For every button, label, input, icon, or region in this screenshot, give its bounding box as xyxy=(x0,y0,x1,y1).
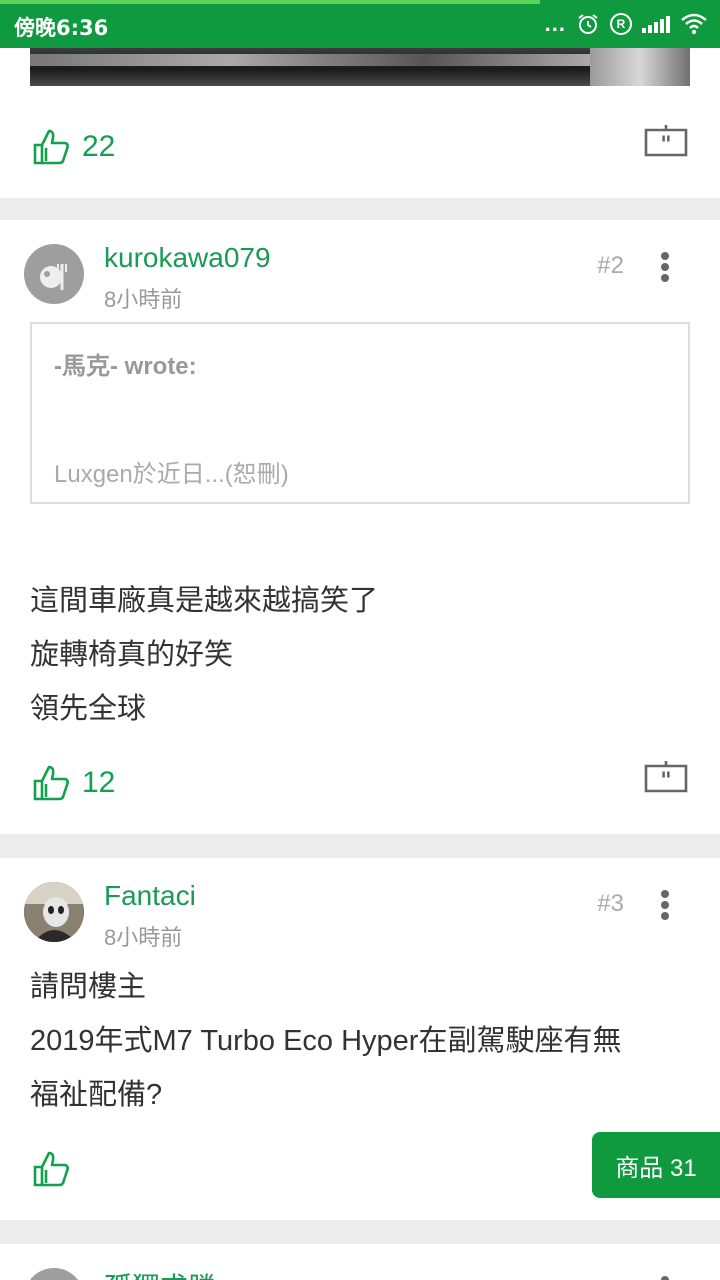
content-line: 領先全球 xyxy=(30,693,147,725)
more-options-icon[interactable] xyxy=(660,252,670,282)
thumbs-up-icon xyxy=(33,129,69,165)
svg-text:": " xyxy=(660,133,671,158)
post-time: 8小時前 xyxy=(104,287,183,312)
content-line: 旋轉椅真的好笑 xyxy=(30,639,234,671)
content-line: 2019年式M7 Turbo Eco Hyper在副駕駛座有無 xyxy=(30,1025,622,1057)
username[interactable]: Fantaci xyxy=(104,880,196,912)
avatar[interactable] xyxy=(24,1268,84,1280)
quote-reply-icon[interactable]: " xyxy=(644,760,688,798)
post-card: kurokawa079 8小時前 #2 -馬克- wrote: Luxgen於近… xyxy=(0,220,720,834)
thumbs-up-icon xyxy=(33,1151,69,1187)
like-count: 22 xyxy=(82,130,116,163)
status-icons: ... R xyxy=(545,12,708,36)
post-time: 8小時前 xyxy=(104,925,183,950)
content-line: 請問樓主 xyxy=(30,971,147,1003)
more-options-icon[interactable] xyxy=(660,890,670,920)
page-load-progress xyxy=(0,0,540,4)
wifi-icon xyxy=(681,13,707,35)
like-button[interactable] xyxy=(32,1150,82,1188)
avatar[interactable] xyxy=(24,882,84,942)
content-line: 這間車廠真是越來越搞笑了 xyxy=(30,585,379,617)
username[interactable]: 孤獨求勝 xyxy=(104,1266,216,1280)
more-options-icon[interactable] xyxy=(660,1276,670,1280)
post-card: 22 " xyxy=(0,48,720,198)
status-bar: 傍晚6:36 ... R xyxy=(0,0,720,48)
post-image[interactable] xyxy=(30,48,690,86)
status-time: 傍晚6:36 xyxy=(14,16,109,40)
post-card: 孤獨求勝 xyxy=(0,1244,720,1280)
content-line: 福祉配備? xyxy=(30,1079,163,1111)
quote-reply-icon[interactable]: " xyxy=(644,124,688,162)
r-icon: R xyxy=(610,13,632,35)
quote-body: Luxgen於近日...(恕刪) xyxy=(54,461,289,488)
thumbs-up-icon xyxy=(33,765,69,801)
products-button[interactable]: 商品 31 xyxy=(592,1132,720,1198)
like-button[interactable]: 22 xyxy=(32,128,115,166)
username[interactable]: kurokawa079 xyxy=(104,242,271,274)
post-content: 這間車廠真是越來越搞笑了 旋轉椅真的好笑 領先全球 xyxy=(30,574,378,736)
like-count: 12 xyxy=(82,766,116,799)
post-content: 請問樓主 2019年式M7 Turbo Eco Hyper在副駕駛座有無 福祉配… xyxy=(30,960,621,1122)
quote-block: -馬克- wrote: Luxgen於近日...(恕刪) xyxy=(30,322,690,504)
floor-number: #2 xyxy=(597,252,624,279)
more-notifications-icon: ... xyxy=(544,11,566,36)
floor-number: #3 xyxy=(597,890,624,917)
svg-text:": " xyxy=(660,769,671,794)
avatar[interactable] xyxy=(24,244,84,304)
default-avatar-icon xyxy=(40,264,67,290)
like-button[interactable]: 12 xyxy=(32,764,115,802)
alarm-icon xyxy=(578,14,598,34)
quote-header: -馬克- wrote: xyxy=(54,353,197,380)
user-photo-icon xyxy=(24,882,84,942)
signal-icon xyxy=(642,15,670,33)
